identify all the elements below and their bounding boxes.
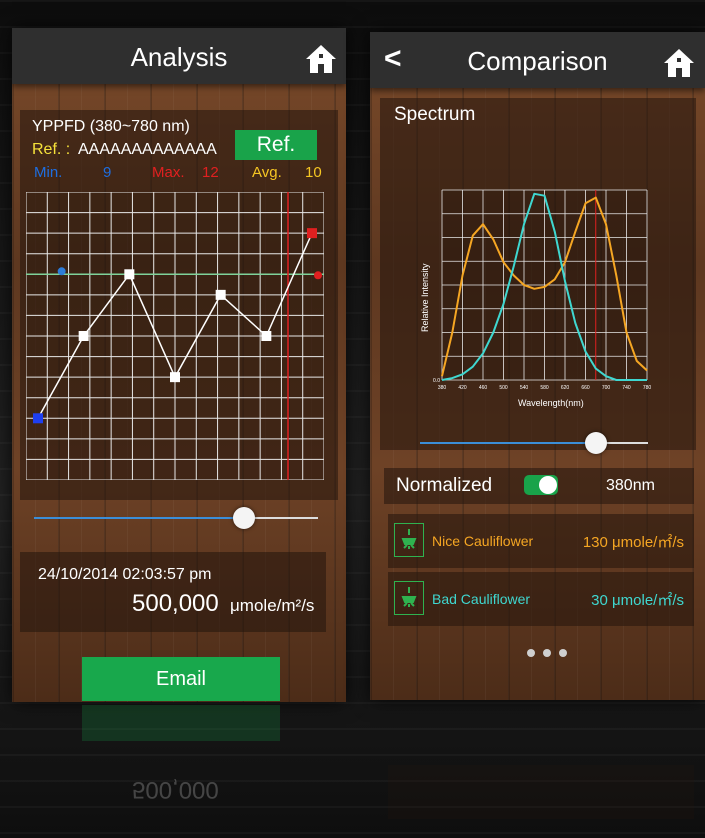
item-value: 130 μmole/㎡/s: [582, 534, 684, 551]
x-tick-label: 500: [499, 385, 508, 391]
item-value: 30 μmole/㎡/s: [591, 592, 684, 609]
max-label: Max.: [152, 164, 185, 181]
data-point: [215, 289, 226, 300]
x-tick-label: 420: [458, 385, 467, 391]
avg-label: Avg.: [252, 164, 282, 181]
x-tick-label: 700: [602, 385, 611, 391]
toggle-knob: [539, 476, 557, 494]
data-point: [261, 331, 272, 341]
ypppfd-chart: [26, 192, 324, 480]
list-item[interactable]: Nice Cauliflower 130 μmole/㎡/s: [388, 514, 694, 568]
y-tick-label: 0.0: [433, 378, 440, 384]
home-icon[interactable]: [662, 46, 696, 80]
home-icon[interactable]: [304, 42, 338, 76]
ypppfd-label: YPPFD (380~780 nm): [32, 118, 190, 135]
analysis-screen: Analysis YPPFD (380~780 nm) Ref. : AAAAA…: [12, 28, 346, 702]
max-marker: [314, 271, 322, 280]
ref-label: Ref. :: [32, 141, 71, 158]
page-dot[interactable]: [543, 649, 551, 657]
x-tick-label: 380: [438, 385, 447, 391]
ref-button[interactable]: Ref.: [235, 130, 317, 160]
item-name: Bad Cauliflower: [432, 591, 531, 607]
data-point: [78, 331, 89, 341]
page-dot[interactable]: [559, 649, 567, 657]
data-point: [307, 228, 317, 239]
data-point: [170, 372, 180, 383]
analysis-reflection: 500,000: [12, 705, 346, 838]
ref-value: AAAAAAAAAAAAA: [78, 141, 217, 158]
min-label: Min.: [34, 164, 63, 181]
comparison-screen: < Comparison Spectrum 380 420 460 500 540 580…: [370, 32, 705, 700]
x-tick-label: 540: [520, 385, 529, 391]
max-value: 12: [202, 164, 219, 181]
normalized-toggle[interactable]: [524, 475, 558, 495]
y-axis-label: Relative Intensity: [420, 263, 430, 332]
normalized-label: Normalized: [396, 475, 493, 496]
measurement-value-reflection: 500,000: [132, 776, 219, 803]
data-point: [33, 413, 43, 424]
email-button[interactable]: Email: [82, 657, 280, 701]
wavelength-slider-knob[interactable]: [584, 432, 607, 454]
measurement-unit: μmole/m²/s: [230, 596, 315, 615]
wavelength-slider-fill: [420, 442, 596, 444]
page-title: Analysis: [130, 42, 228, 72]
email-button-reflection: [82, 705, 280, 741]
x-tick-label: 660: [581, 385, 590, 391]
measurement-value: 500,000: [132, 590, 219, 617]
x-tick-label: 780: [643, 385, 652, 391]
time-slider-knob[interactable]: [233, 507, 256, 529]
x-tick-label: 460: [479, 385, 488, 391]
min-marker: [57, 267, 66, 276]
page-dot[interactable]: [527, 649, 535, 657]
x-tick-label: 740: [622, 385, 631, 391]
x-tick-label: 580: [540, 385, 549, 391]
x-axis-label: Wavelength(nm): [518, 398, 584, 408]
datetime: 24/10/2014 02:03:57 pm: [38, 566, 212, 583]
spectrum-label: Spectrum: [394, 104, 476, 125]
wavelength-value: 380nm: [606, 477, 655, 494]
min-value: 9: [103, 164, 112, 181]
lamp-icon: [394, 523, 424, 557]
comparison-reflection: [370, 705, 705, 838]
x-tick-label: 620: [561, 385, 570, 391]
list-item[interactable]: Bad Cauliflower 30 μmole/㎡/s: [388, 572, 694, 626]
avg-value: 10: [305, 164, 322, 181]
data-point: [124, 269, 135, 280]
item-name: Nice Cauliflower: [432, 533, 534, 549]
analysis-top-bar: Analysis: [12, 28, 346, 84]
page-title: Comparison: [467, 46, 608, 76]
row-reflection: [388, 765, 694, 819]
time-slider-fill: [34, 517, 245, 519]
lamp-icon: [394, 581, 424, 615]
spectrum-chart: 380 420 460 500 540 580 620 660 700 740 780 0.0: [433, 189, 652, 391]
comparison-top-bar: < Comparison: [370, 32, 705, 88]
